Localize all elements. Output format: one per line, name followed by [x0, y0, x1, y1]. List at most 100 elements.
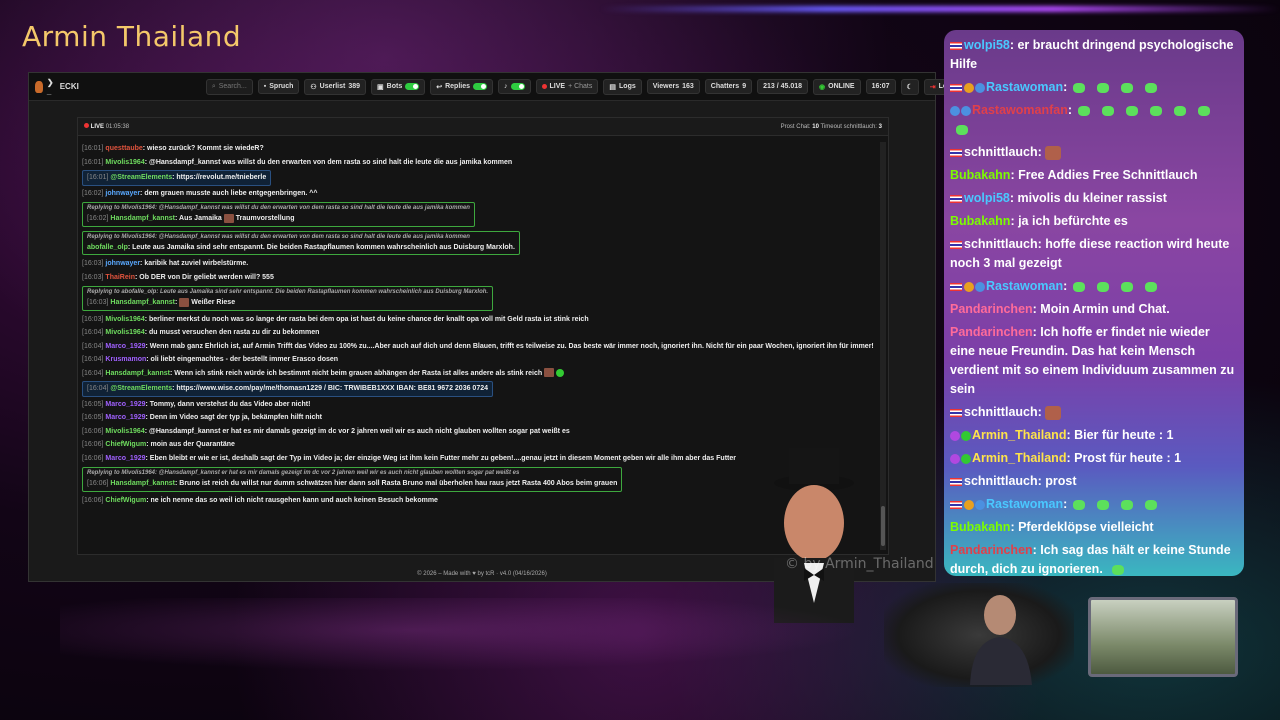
username[interactable]: Hansdampf_kannst — [110, 215, 175, 222]
username: Bubakahn — [950, 168, 1011, 182]
username[interactable]: @StreamElements — [110, 385, 172, 392]
badge-icon — [964, 281, 974, 292]
username[interactable]: johnwayer — [105, 260, 140, 267]
chatters-stat: Chatters 9 — [704, 79, 753, 94]
username[interactable]: ChiefWigum — [105, 441, 146, 448]
username[interactable]: Marco_1929 — [105, 343, 145, 350]
userlist-button[interactable]: ⚇ Userlist 389 — [304, 78, 367, 95]
moon-icon: ☾ — [906, 83, 913, 91]
username[interactable]: questtaube — [105, 145, 142, 152]
username: Pandarinchen — [950, 302, 1033, 316]
username: wolpi58 — [964, 38, 1010, 52]
username[interactable]: Krusmamon — [105, 356, 146, 363]
list-item: [16:04] @StreamElements: https://www.wise… — [82, 380, 876, 398]
list-item: [16:03] ThaiRein: Ob DER von Dir geliebt … — [82, 273, 274, 281]
neon-line — [600, 6, 1280, 12]
username[interactable]: Marco_1929 — [105, 401, 145, 408]
username[interactable]: @StreamElements — [110, 174, 172, 181]
brand-name: ECKI — [59, 82, 79, 91]
message-text: : @Hansdampf_kannst was willst du den er… — [144, 158, 513, 166]
username[interactable]: Mivolis1964 — [105, 159, 144, 166]
flag-icon — [950, 500, 962, 509]
watermark: © by Armin_Thailand — [785, 556, 934, 572]
bot-icon: ▣ — [377, 83, 384, 91]
message-text: : Eben bleibt er wie er ist, deshalb sag… — [145, 454, 736, 462]
list-item: [16:06] Mivolis1964: @Hansdampf_kannst er… — [82, 427, 570, 435]
message-text: : — [1037, 145, 1042, 159]
list-item: Replying to Mivolis1964: @Hansdampf_kann… — [82, 200, 876, 229]
username[interactable]: Mivolis1964 — [105, 316, 144, 323]
search-input[interactable]: ⌕ Search... — [205, 78, 253, 95]
list-item: schnittlauch: — [950, 403, 1238, 422]
replies-toggle[interactable]: ↩ Replies — [430, 78, 493, 95]
ratio-value: 213 / 45.018 — [763, 83, 803, 90]
username[interactable]: johnwayer — [105, 190, 140, 197]
list-item: Rastawoman: — [950, 78, 1238, 97]
scrollbar[interactable] — [880, 142, 886, 550]
badge-icon — [964, 82, 974, 93]
live-indicator: LIVE 01:05:38 — [84, 123, 129, 130]
badge-icon — [975, 82, 985, 93]
username[interactable]: Hansdampf_kannst — [110, 299, 175, 306]
live-dot-icon — [541, 84, 547, 89]
username[interactable]: Marco_1929 — [105, 455, 145, 462]
username[interactable]: ThaiRein — [105, 274, 135, 281]
logo-icon — [35, 80, 43, 93]
timeout-label: Timeout schnittlauch: — [820, 123, 877, 130]
list-item: Bubakahn: Pferdeklöpse vielleicht — [950, 518, 1238, 537]
message-text: : Moin Armin und Chat. — [1032, 302, 1170, 316]
gem-emote-icon — [1097, 499, 1110, 510]
flag-icon — [950, 282, 962, 291]
flag-icon — [950, 148, 962, 157]
scrollbar-thumb[interactable] — [881, 506, 885, 546]
reply-icon: ↩ — [436, 83, 443, 91]
badge-icon — [950, 105, 960, 116]
message-text: : Free Addies Free Schnittlauch — [1010, 168, 1198, 182]
username[interactable]: abofalle_olp — [87, 244, 128, 251]
username[interactable]: Hansdampf_kannst — [105, 370, 170, 377]
gem-emote-icon — [1073, 281, 1086, 292]
theme-toggle[interactable]: ☾ — [900, 78, 919, 95]
message-text: : karibik hat zuviel wirbelstürme. — [140, 260, 249, 267]
username[interactable]: Mivolis1964 — [105, 428, 144, 435]
message-text: : Denn im Video sagt der typ ja, bekämpf… — [145, 414, 322, 421]
list-item: [16:03] johnwayer: karibik hat zuviel wir… — [82, 260, 249, 267]
flag-icon — [950, 41, 962, 50]
gem-emote-icon — [1073, 499, 1086, 510]
message-text: : — [1037, 405, 1042, 419]
list-item: [16:04] Hansdampf_kannst: Wenn ich stink … — [82, 367, 876, 381]
gem-emote-icon — [1097, 281, 1110, 292]
list-item: [16:04] Marco_1929: Wenn mab ganz Ehrlich… — [82, 342, 874, 350]
reply-message: Replying to abofalle_olp: Leute aus Jama… — [82, 286, 494, 311]
message-text: : Bier für heute : 1 — [1066, 428, 1174, 442]
spruch-button[interactable]: ▪ Spruch — [257, 79, 300, 94]
username[interactable]: Mivolis1964 — [105, 329, 144, 336]
signal-icon: ◉ — [819, 83, 826, 91]
badge-icon — [950, 453, 960, 464]
list-item: schnittlauch: hoffe diese reaction wird … — [950, 235, 1238, 273]
brand[interactable]: ❯_ ECKI — [35, 78, 79, 96]
streamer-webcam — [970, 595, 1032, 685]
live-chats-button[interactable]: LIVE + Chats — [535, 79, 599, 94]
list-item: Rastawoman: — [950, 495, 1238, 514]
search-placeholder: Search... — [218, 83, 247, 90]
viewers-count: 163 — [682, 83, 694, 90]
username[interactable]: ChiefWigum — [105, 497, 146, 504]
list-item: Pandarinchen: Ich hoffe er findet nie wi… — [950, 323, 1238, 399]
list-item: Armin_Thailand: Prost für heute : 1 — [950, 449, 1238, 468]
badge-icon — [964, 499, 974, 510]
username: Bubakahn — [950, 214, 1011, 228]
status-label: ONLINE — [828, 83, 855, 90]
flag-icon — [950, 408, 962, 417]
message-extra: Traumvorstellung — [235, 215, 295, 222]
bots-toggle[interactable]: ▣ Bots — [371, 78, 426, 95]
username[interactable]: Hansdampf_kannst — [110, 480, 175, 487]
logs-button[interactable]: ▤ Logs — [603, 78, 642, 95]
gem-emote-icon — [1174, 105, 1187, 116]
username[interactable]: Marco_1929 — [105, 414, 145, 421]
username: Bubakahn — [950, 520, 1011, 534]
message-text: : ne ich nenne das so weil ich nicht rau… — [146, 496, 438, 504]
message-text: : Wenn mab ganz Ehrlich ist, auf Armin T… — [145, 342, 874, 350]
badge-icon — [950, 430, 960, 441]
sound-toggle[interactable]: ♪ — [498, 79, 531, 94]
